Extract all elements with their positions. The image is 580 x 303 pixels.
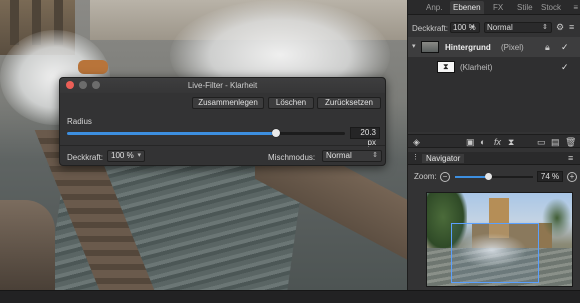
navigator-preview[interactable] <box>426 192 573 287</box>
minus-icon[interactable]: − <box>440 172 450 182</box>
live-filter-icon[interactable]: ⧗ <box>508 137 514 147</box>
blend-mode-label: Mischmodus: <box>268 153 316 162</box>
hourglass-icon: ⧗ <box>443 62 449 71</box>
blend-mode-select[interactable]: Normal ⇕ <box>322 150 382 162</box>
disclosure-triangle-icon[interactable]: ▾ <box>412 42 416 52</box>
opacity-value: 100 % <box>111 151 134 160</box>
photo-rock <box>0 200 55 290</box>
preview-palm <box>542 198 572 238</box>
tab-styles[interactable]: Stile <box>517 3 533 12</box>
menu-icon[interactable]: ≡ <box>568 153 573 163</box>
dialog-title: Live-Filter - Klarheit <box>187 81 258 90</box>
app-window: Live-Filter - Klarheit Zusammenlegen Lös… <box>0 0 580 303</box>
tab-navigator[interactable]: Navigator <box>422 154 465 163</box>
tab-adjustments[interactable]: Anp. <box>426 3 442 12</box>
photo-pillar <box>10 0 19 45</box>
adjustment-icon[interactable]: ◐ <box>480 137 485 147</box>
fx-icon[interactable]: fx <box>494 137 501 147</box>
zoom-value-field[interactable]: 74 % <box>537 171 563 182</box>
dialog-titlebar[interactable]: Live-Filter - Klarheit <box>60 78 385 93</box>
radius-slider-knob[interactable] <box>271 129 280 137</box>
add-layer-icon[interactable]: ▤ <box>551 137 560 147</box>
chevron-updown-icon: ⇕ <box>542 24 548 31</box>
layers-icon[interactable]: ◈ <box>413 137 420 147</box>
photo-boat <box>78 60 108 74</box>
trash-icon[interactable]: 🗑︎ <box>565 137 576 147</box>
filter-thumbnail: ⧗ <box>437 61 455 73</box>
chevron-down-icon: ▾ <box>471 24 475 31</box>
status-bar <box>0 290 580 303</box>
layers-toolbar: ◈ ▣ ◐ fx ⧗ ▭ ▤ 🗑︎ <box>408 134 580 148</box>
layer-row-background[interactable]: ▾ Hintergrund (Pixel) 🔒︎ ✓ <box>408 37 580 57</box>
delete-button[interactable]: Löschen <box>268 97 314 109</box>
layer-name: (Klarheit) <box>460 63 493 72</box>
lock-icon[interactable]: 🔒︎ <box>545 42 550 52</box>
menu-icon[interactable]: ≡ <box>573 3 578 12</box>
radius-slider-fill <box>67 132 276 135</box>
merge-button[interactable]: Zusammenlegen <box>192 97 264 109</box>
zoom-slider[interactable] <box>455 173 533 180</box>
zoom-slider-fill <box>455 176 488 178</box>
mask-icon[interactable]: ▣ <box>466 137 475 147</box>
layer-opacity-select[interactable]: 100 % <box>450 22 480 33</box>
tab-fx[interactable]: FX <box>493 3 503 12</box>
layer-type: (Pixel) <box>501 43 524 52</box>
tab-stock[interactable]: Stock <box>541 3 561 12</box>
layer-thumbnail <box>421 41 439 53</box>
zoom-slider-knob[interactable] <box>484 173 492 180</box>
navigator-header: ⋮ Navigator ≡ <box>408 152 580 165</box>
chevron-down-icon: ▾ <box>137 152 141 159</box>
layer-blend-value: Normal <box>487 23 513 32</box>
studio-panel: Anp. Ebenen FX Stile Stock ≡ Deckkraft: … <box>407 0 580 290</box>
dialog-divider <box>60 145 385 146</box>
layer-row-clarity[interactable]: ⧗ (Klarheit) ✓ <box>408 58 580 78</box>
layer-name: Hintergrund <box>445 43 491 52</box>
navigator-view-rectangle[interactable] <box>451 223 539 283</box>
radius-label: Radius <box>67 117 92 126</box>
chevron-updown-icon: ⇕ <box>372 152 378 159</box>
layer-opacity-label: Deckkraft: <box>412 24 449 33</box>
grip-icon[interactable]: ⋮ <box>412 153 419 163</box>
opacity-label: Deckkraft: <box>67 153 104 162</box>
menu-icon[interactable]: ≡ <box>569 22 574 32</box>
opacity-select[interactable]: 100 % ▾ <box>107 150 145 162</box>
layer-visibility-checkbox[interactable]: ✓ <box>561 42 569 53</box>
zoom-label: Zoom: <box>414 172 437 181</box>
radius-value-field[interactable]: 20.3 px <box>350 127 380 147</box>
settings-icon[interactable]: ⚙ <box>556 22 564 32</box>
radius-slider[interactable] <box>67 129 345 137</box>
panel-tabs: Anp. Ebenen FX Stile Stock ≡ <box>408 0 580 15</box>
live-filter-dialog: Live-Filter - Klarheit Zusammenlegen Lös… <box>59 77 386 166</box>
tab-layers[interactable]: Ebenen <box>450 1 484 14</box>
reset-button[interactable]: Zurücksetzen <box>317 97 381 109</box>
blend-mode-value: Normal <box>326 151 352 160</box>
plus-icon[interactable]: + <box>567 172 577 182</box>
layer-visibility-checkbox[interactable]: ✓ <box>561 62 569 73</box>
folder-icon[interactable]: ▭ <box>537 137 546 147</box>
